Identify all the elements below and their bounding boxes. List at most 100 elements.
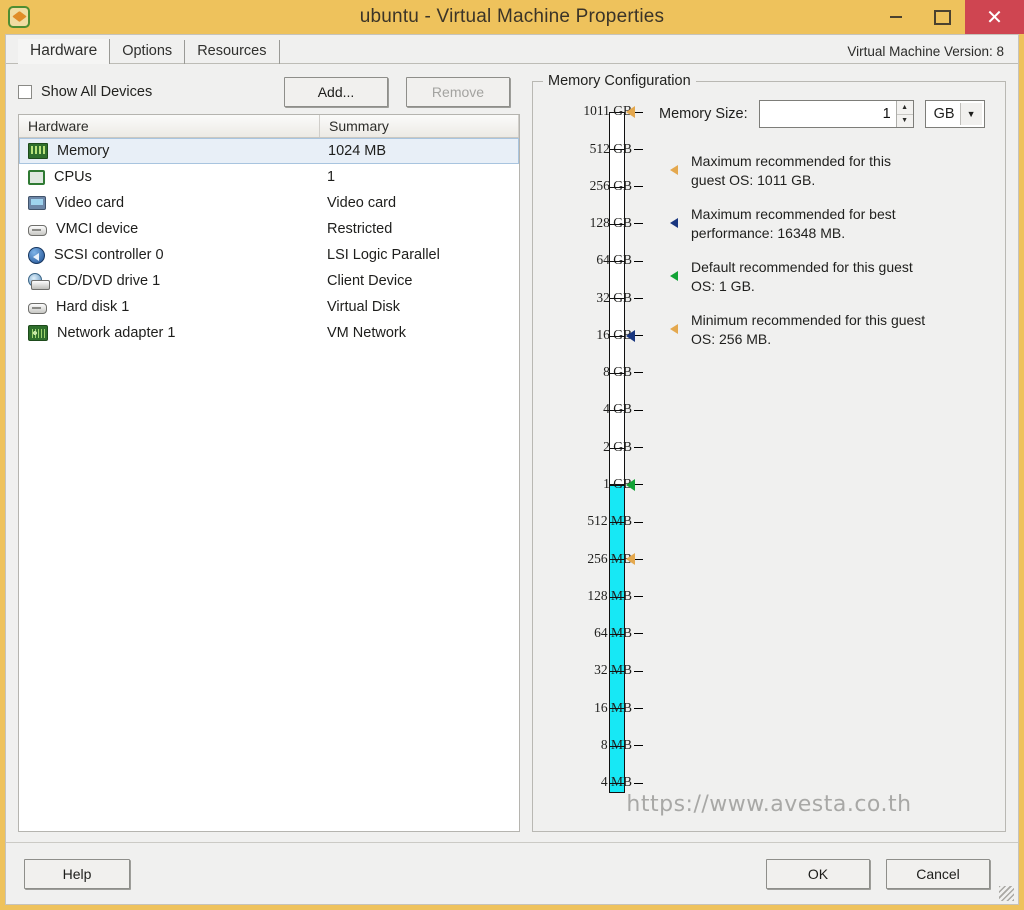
column-header-summary[interactable]: Summary <box>320 115 519 137</box>
scale-segment-line <box>609 522 625 524</box>
chevron-down-icon[interactable]: ▼ <box>959 103 982 125</box>
stepper-down-icon[interactable]: ▼ <box>897 115 913 128</box>
note-text: Maximum recommended for best performance… <box>691 206 896 242</box>
memory-configuration-group: Memory Configuration 1011 GB 512 GB 256 GB… <box>532 73 1006 832</box>
row-summary-cell: Video card <box>327 195 397 211</box>
scale-segment-line <box>609 633 625 635</box>
memory-unit-select[interactable]: GB ▼ <box>924 100 985 128</box>
row-summary-cell: Restricted <box>327 221 393 237</box>
scale-tick-label: 8 GB <box>603 364 632 380</box>
table-row[interactable]: Memory 1024 MB <box>19 138 519 164</box>
table-row[interactable]: SCSI controller 0 LSI Logic Parallel <box>19 242 519 268</box>
memory-controls: Memory Size: ▲ ▼ GB <box>643 98 1005 831</box>
scale-tick-mark <box>634 782 643 784</box>
memory-unit-value: GB <box>933 106 955 122</box>
scale-tick-mark <box>634 335 643 337</box>
scale-tick-label: 32 MB <box>594 662 632 678</box>
table-row[interactable]: Video card Video card <box>19 190 519 216</box>
scale-tick-mark <box>634 484 643 486</box>
show-all-devices-checkbox[interactable]: Show All Devices <box>18 84 152 100</box>
maximum-recommended-performance-marker[interactable] <box>626 329 635 342</box>
memory-slider[interactable]: 1011 GB 512 GB 256 GB 128 GB 64 GB 32 GB 16 GB… <box>533 98 643 831</box>
scale-segment-line <box>609 745 625 747</box>
help-button[interactable]: Help <box>24 858 130 889</box>
row-summary-cell: 1 <box>327 169 336 185</box>
scale-tick-mark <box>634 447 643 448</box>
row-name-cell: Memory <box>20 143 321 159</box>
hardware-list[interactable]: Hardware Summary Memory 1024 MB CPUs 1 V… <box>18 114 520 832</box>
window-controls: ✕ <box>873 0 1024 34</box>
checkbox-box <box>18 85 32 99</box>
scale-tick-mark <box>634 111 643 113</box>
cancel-button[interactable]: Cancel <box>886 858 990 889</box>
row-label: Hard disk 1 <box>56 299 130 315</box>
row-label: Memory <box>57 143 110 159</box>
table-row[interactable]: Network adapter 1 VM Network <box>19 320 519 346</box>
scale-segment-line <box>609 149 625 151</box>
scale-tick-mark <box>634 260 643 262</box>
row-name-cell: SCSI controller 0 <box>19 246 320 264</box>
minimize-icon[interactable] <box>873 0 919 34</box>
scale-tick-mark <box>634 409 643 411</box>
row-label: Network adapter 1 <box>57 325 176 341</box>
scale-tick-label: 64 MB <box>594 625 632 641</box>
scale-segment-line <box>609 372 625 374</box>
table-row[interactable]: CPUs 1 <box>19 164 519 190</box>
hardware-pane: Show All Devices Add... Remove Hardware … <box>6 64 528 842</box>
row-name-cell: Network adapter 1 <box>19 325 320 341</box>
body-panes: Show All Devices Add... Remove Hardware … <box>6 64 1018 842</box>
maximize-icon[interactable] <box>919 0 965 34</box>
stepper-buttons: ▲ ▼ <box>895 101 913 128</box>
row-label: Video card <box>55 195 125 211</box>
hardware-toolbar: Show All Devices Add... Remove <box>18 72 520 112</box>
scale-segment-line <box>609 261 625 263</box>
scale-segment-line <box>609 596 625 598</box>
client-area: Hardware Options Resources Virtual Machi… <box>5 34 1019 905</box>
marker-orange-icon <box>670 324 678 335</box>
add-button[interactable]: Add... <box>284 77 388 107</box>
maximum-recommended-guest-os-marker[interactable] <box>626 106 635 118</box>
note-maximum-performance: Maximum recommended for best performance… <box>659 205 1005 243</box>
row-name-cell: Video card <box>19 195 320 211</box>
ok-button[interactable]: OK <box>766 858 870 889</box>
table-row[interactable]: VMCI device Restricted <box>19 216 519 242</box>
table-row[interactable]: Hard disk 1 Virtual Disk <box>19 294 519 320</box>
vmci-device-icon <box>28 224 47 236</box>
cd-dvd-drive-icon <box>28 272 50 290</box>
row-summary-cell: Client Device <box>327 273 413 289</box>
scale-tick-label: 128 GB <box>589 215 632 231</box>
default-recommended-marker[interactable] <box>626 478 635 491</box>
note-text: Default recommended for this guest OS: 1… <box>691 259 913 295</box>
recommendation-notes: Maximum recommended for this guest OS: 1… <box>659 152 1005 349</box>
group-content: 1011 GB 512 GB 256 GB 128 GB 64 GB 32 GB 16 GB… <box>533 82 1005 831</box>
resize-grip-icon[interactable] <box>999 886 1014 901</box>
minimum-recommended-marker[interactable] <box>626 553 635 566</box>
close-icon[interactable]: ✕ <box>965 0 1024 34</box>
remove-button: Remove <box>406 77 510 107</box>
scale-tick-mark <box>634 223 643 225</box>
scale-tick-label: 2 GB <box>603 438 632 454</box>
group-title: Memory Configuration <box>543 73 696 89</box>
scale-segment-line <box>609 484 625 486</box>
table-row[interactable]: CD/DVD drive 1 Client Device <box>19 268 519 294</box>
scale-tick-mark <box>634 148 643 150</box>
memory-size-input[interactable] <box>759 101 896 127</box>
stepper-up-icon[interactable]: ▲ <box>896 101 913 115</box>
row-name-cell: CPUs <box>19 169 320 185</box>
scale-segment-line <box>609 410 625 412</box>
row-summary-cell: 1024 MB <box>328 143 387 159</box>
column-header-hardware[interactable]: Hardware <box>19 115 320 137</box>
row-summary-cell: VM Network <box>327 325 406 341</box>
tab-options[interactable]: Options <box>110 40 186 64</box>
note-minimum-recommended: Minimum recommended for this guest OS: 2… <box>659 311 1005 349</box>
vm-version-label: Virtual Machine Version: 8 <box>847 44 1004 59</box>
scale-segment-line <box>609 223 625 225</box>
memory-size-stepper[interactable]: ▲ ▼ <box>758 100 914 128</box>
window-title: ubuntu - Virtual Machine Properties <box>359 6 665 27</box>
tab-resources[interactable]: Resources <box>185 40 280 64</box>
scale-tick-mark <box>634 558 643 560</box>
tab-hardware[interactable]: Hardware <box>18 39 111 64</box>
note-default-recommended: Default recommended for this guest OS: 1… <box>659 258 1005 296</box>
scale-segment-line <box>609 708 625 710</box>
marker-blue-icon <box>670 218 678 229</box>
